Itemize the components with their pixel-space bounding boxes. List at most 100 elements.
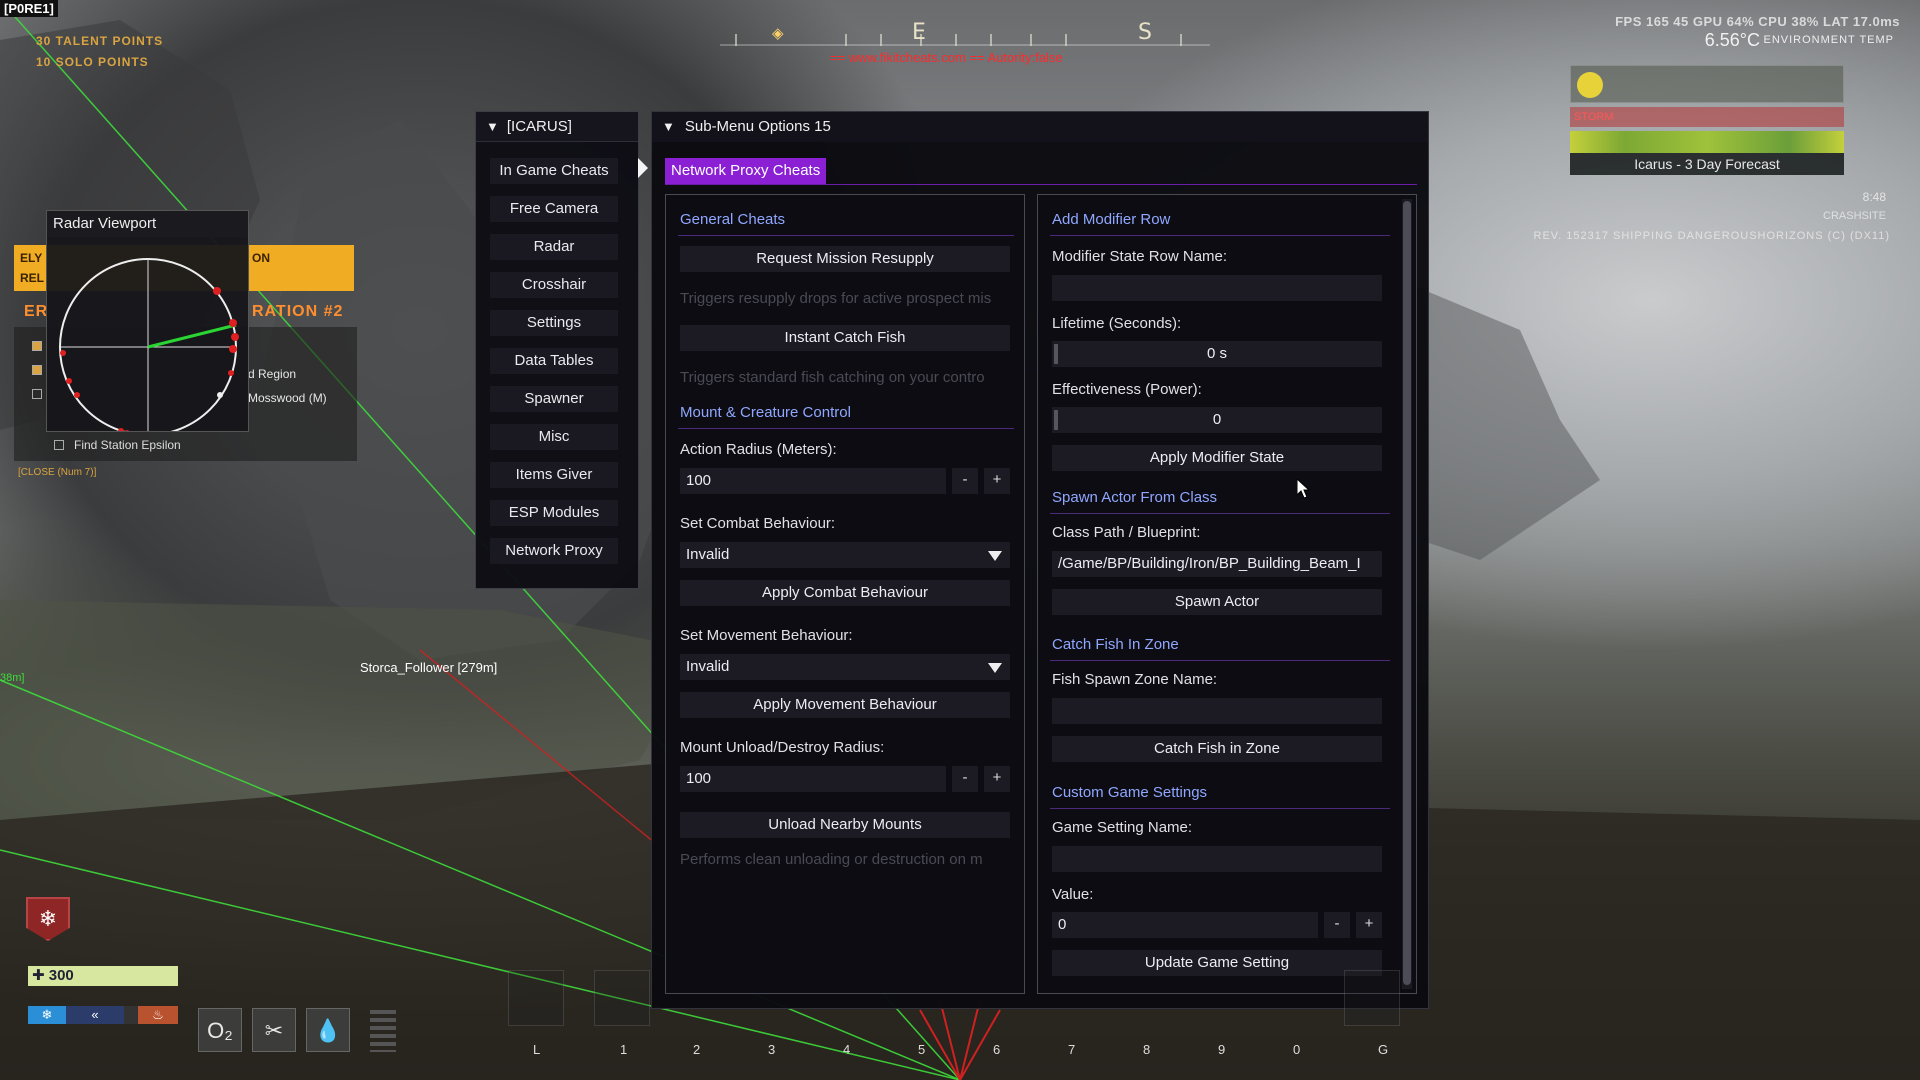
unload-radius-input[interactable]: 100 [680, 766, 946, 792]
menu-item-free-camera[interactable]: Free Camera [490, 196, 618, 222]
hotbar-slot[interactable] [594, 970, 650, 1026]
action-radius-input[interactable]: 100 [680, 468, 946, 494]
chevron-down-icon [988, 663, 1002, 673]
radar-display [59, 258, 239, 436]
temperature-label: ENVIRONMENT TEMP [1763, 34, 1894, 46]
unload-radius-label: Mount Unload/Destroy Radius: [680, 739, 885, 756]
entity-label: Storca_Follower [279m] [360, 660, 498, 675]
hotbar-slot[interactable] [508, 970, 564, 1026]
update-setting-button[interactable]: Update Game Setting [1052, 950, 1382, 976]
forecast-label: Icarus - 3 Day Forecast [1570, 153, 1844, 175]
menu-item-data-tables[interactable]: Data Tables [490, 348, 618, 374]
setting-name-label: Game Setting Name: [1052, 819, 1193, 836]
slider-handle[interactable] [1054, 344, 1058, 364]
spawn-actor-button[interactable]: Spawn Actor [1052, 589, 1382, 615]
action-radius-label: Action Radius (Meters): [680, 441, 837, 458]
find-station-label: Find Station Epsilon [74, 438, 181, 452]
objective-checkbox[interactable] [32, 341, 42, 351]
build-version: REV. 152317 SHIPPING DANGEROUSHORIZONS (… [1533, 230, 1890, 242]
value-label: Value: [1052, 886, 1094, 903]
section-mount-creature: Mount & Creature Control [680, 404, 851, 421]
setting-value-input[interactable]: 0 [1052, 912, 1318, 938]
submenu-panel: ▼ Sub-Menu Options 15 Network Proxy Cheat… [651, 111, 1429, 1009]
snowflake-icon: ❄ [28, 1006, 66, 1024]
submenu-title: Sub-Menu Options 15 [684, 118, 831, 135]
right-column: Add Modifier Row Modifier State Row Name… [1037, 194, 1417, 994]
hotbar-label-g: G [1378, 1042, 1389, 1057]
unload-radius-decrement[interactable]: - [952, 766, 978, 792]
action-radius-decrement[interactable]: - [952, 468, 978, 494]
left-column: General Cheats Request Mission Resupply … [665, 194, 1025, 994]
menu-item-items-giver[interactable]: Items Giver [490, 462, 618, 488]
request-resupply-button[interactable]: Request Mission Resupply [680, 246, 1010, 272]
storm-warning-icon [1577, 72, 1603, 98]
menu-item-crosshair[interactable]: Crosshair [490, 272, 618, 298]
main-menu-title: [ICARUS] [506, 118, 572, 135]
main-menu-header[interactable]: ▼ [ICARUS] [476, 112, 638, 142]
menu-item-network-proxy[interactable]: Network Proxy [490, 538, 618, 564]
hotbar-label-3: 3 [768, 1042, 776, 1057]
setting-name-input[interactable] [1052, 846, 1382, 872]
lifetime-slider[interactable]: 0 s [1052, 341, 1382, 367]
scrollbar-thumb[interactable] [1403, 201, 1411, 985]
hotbar-label-8: 8 [1143, 1042, 1151, 1057]
submenu-header[interactable]: ▼ Sub-Menu Options 15 [652, 112, 1428, 142]
objective-checkbox[interactable] [32, 389, 42, 399]
setting-value-increment[interactable]: + [1356, 912, 1382, 938]
right-column-scrollbar[interactable] [1402, 199, 1412, 989]
menu-item-settings[interactable]: Settings [490, 310, 618, 336]
zone-name-input[interactable] [1052, 698, 1382, 724]
menu-item-spawner[interactable]: Spawner [490, 386, 618, 412]
section-general-cheats: General Cheats [680, 211, 786, 228]
apply-combat-button[interactable]: Apply Combat Behaviour [680, 580, 1010, 606]
combat-behaviour-label: Set Combat Behaviour: [680, 515, 836, 532]
effectiveness-label: Effectiveness (Power): [1052, 381, 1202, 398]
radar-viewport[interactable]: Radar Viewport [46, 210, 249, 436]
lifetime-label: Lifetime (Seconds): [1052, 315, 1182, 332]
section-custom-game-settings: Custom Game Settings [1052, 784, 1208, 801]
modifier-name-input[interactable] [1052, 275, 1382, 301]
find-station-checkbox[interactable] [54, 440, 64, 450]
slider-handle[interactable] [1054, 410, 1058, 430]
menu-item-esp-modules[interactable]: ESP Modules [490, 500, 618, 526]
menu-item-misc[interactable]: Misc [490, 424, 618, 450]
hotbar-label-0: 0 [1293, 1042, 1301, 1057]
effectiveness-slider[interactable]: 0 [1052, 407, 1382, 433]
instant-catch-fish-button[interactable]: Instant Catch Fish [680, 325, 1010, 351]
menu-item-radar[interactable]: Radar [490, 234, 618, 260]
talent-points: 30 TALENT POINTS [36, 34, 164, 48]
combat-behaviour-dropdown[interactable]: Invalid [680, 542, 1010, 568]
hotbar-label-5: 5 [918, 1042, 926, 1057]
catch-fish-zone-button[interactable]: Catch Fish in Zone [1052, 736, 1382, 762]
movement-behaviour-dropdown[interactable]: Invalid [680, 654, 1010, 680]
hotbar-slot[interactable] [1344, 970, 1400, 1026]
forecast-strip [1570, 131, 1844, 153]
compass-marker-icon: ◈ [772, 24, 784, 42]
zone-name-label: Fish Spawn Zone Name: [1052, 671, 1218, 688]
unload-mounts-button[interactable]: Unload Nearby Mounts [680, 812, 1010, 838]
tab-network-proxy-cheats[interactable]: Network Proxy Cheats [665, 158, 827, 184]
menu-item-in-game-cheats[interactable]: In Game Cheats [490, 158, 618, 184]
mouse-cursor-icon [1297, 479, 1311, 499]
compass-east: E [912, 20, 926, 45]
action-radius-increment[interactable]: + [984, 468, 1010, 494]
oxygen-icon: O₂ [198, 1008, 242, 1052]
mission-close-hint[interactable]: [CLOSE (Num 7)] [18, 467, 96, 478]
temperature: 6.56°C [1704, 30, 1760, 50]
collapse-triangle-icon[interactable]: ▼ [662, 112, 675, 142]
chevron-down-icon [988, 551, 1002, 561]
hotbar-label-9: 9 [1218, 1042, 1226, 1057]
objective-checkbox[interactable] [32, 365, 42, 375]
unload-radius-increment[interactable]: + [984, 766, 1010, 792]
storm-label: STORM [1570, 107, 1844, 127]
mission-title-right: RATION #2 [252, 303, 344, 320]
collapse-triangle-icon[interactable]: ▼ [486, 112, 499, 142]
apply-modifier-button[interactable]: Apply Modifier State [1052, 445, 1382, 471]
food-icon: ✂ [252, 1008, 296, 1052]
setting-value-decrement[interactable]: - [1324, 912, 1350, 938]
wind-icon: « [66, 1006, 124, 1024]
apply-movement-button[interactable]: Apply Movement Behaviour [680, 692, 1010, 718]
hotbar-label-l: L [533, 1042, 541, 1057]
class-path-input[interactable]: /Game/BP/Building/Iron/BP_Building_Beam_… [1052, 551, 1382, 577]
catch-hint: Triggers standard fish catching on your … [680, 369, 985, 386]
